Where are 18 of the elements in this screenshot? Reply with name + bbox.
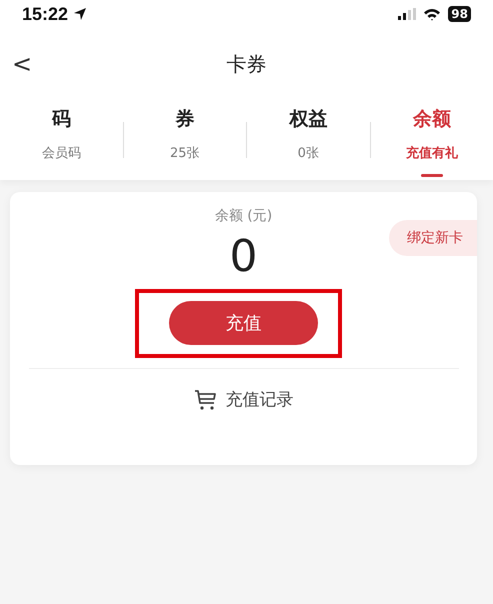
- location-arrow-icon: [73, 7, 88, 21]
- balance-amount: 0: [230, 233, 258, 282]
- balance-label: 余额 (元): [214, 207, 272, 225]
- page-title: 卡券: [226, 50, 266, 78]
- recharge-button[interactable]: 充值: [169, 301, 318, 346]
- battery-level: 98: [448, 6, 471, 22]
- tab[interactable]: 余额 充值有礼: [370, 100, 493, 180]
- tab-indicator: [420, 174, 443, 177]
- signal-icon: [398, 8, 416, 20]
- tab[interactable]: 券 25张: [124, 100, 246, 180]
- back-button[interactable]: <: [8, 52, 36, 76]
- wifi-icon: [423, 8, 442, 20]
- bind-card-button[interactable]: 绑定新卡: [389, 220, 477, 256]
- cart-icon: [194, 388, 218, 411]
- tab[interactable]: 权益 0张: [247, 100, 370, 180]
- tab[interactable]: 码 会员码: [0, 100, 122, 180]
- status-time: 15:22: [22, 4, 68, 24]
- recharge-history-link[interactable]: 充值记录: [188, 387, 300, 412]
